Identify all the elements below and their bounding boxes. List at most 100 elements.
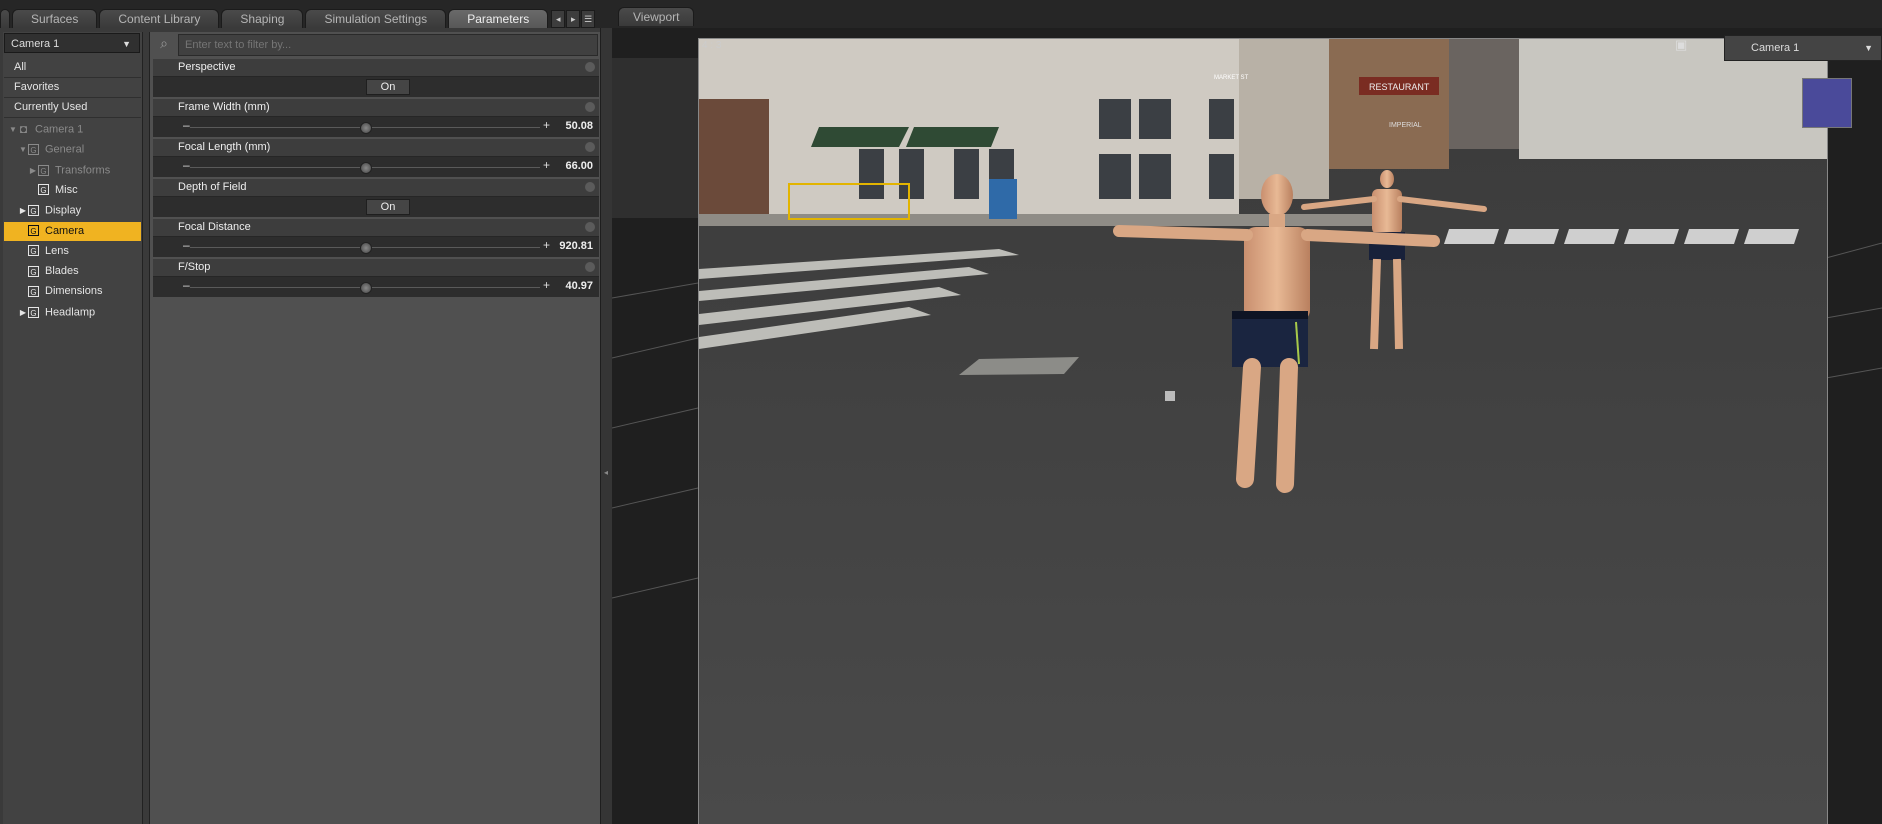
- aspect-ratio-label: 4 : 3: [702, 40, 722, 51]
- view-cube-icon[interactable]: [1802, 78, 1852, 128]
- tree-item-headlamp[interactable]: ▶ G Headlamp: [4, 303, 141, 322]
- tab-simulation-settings[interactable]: Simulation Settings: [305, 9, 447, 28]
- camera-view[interactable]: RESTAURANT IMPERIAL MARKET ST: [698, 38, 1828, 824]
- viewport-tab-bar: Viewport: [612, 0, 1882, 28]
- param-value[interactable]: 920.81: [559, 240, 593, 252]
- category-favorites[interactable]: Favorites: [4, 78, 141, 98]
- tree-item-label: Display: [45, 204, 82, 217]
- decrement-icon[interactable]: –: [183, 238, 190, 252]
- param-depth-of-field: Depth of Field On: [153, 179, 599, 217]
- tree-item-misc[interactable]: G Misc: [4, 181, 141, 200]
- category-all[interactable]: All: [4, 58, 141, 78]
- group-icon: G: [38, 164, 49, 176]
- param-frame-width-mm: Frame Width (mm) – +50.08: [153, 99, 599, 137]
- slider-knob[interactable]: [360, 122, 372, 134]
- toggle-button[interactable]: On: [366, 199, 410, 215]
- tree-item-label: Blades: [45, 265, 79, 278]
- tree-item-label: Headlamp: [45, 306, 96, 319]
- slider-knob[interactable]: [360, 162, 372, 174]
- filter-input[interactable]: [178, 34, 598, 56]
- render-preview-icon[interactable]: ▣: [1675, 37, 1687, 53]
- grip-icon: ◂: [604, 468, 609, 477]
- tab-content-library[interactable]: Content Library: [99, 9, 220, 28]
- toggle-button[interactable]: On: [366, 79, 410, 95]
- param-value[interactable]: 40.97: [565, 280, 593, 292]
- param-value[interactable]: 50.08: [565, 120, 593, 132]
- viewport[interactable]: RESTAURANT IMPERIAL MARKET ST: [612, 28, 1882, 824]
- decrement-icon[interactable]: –: [183, 118, 190, 132]
- slider-control[interactable]: – +40.97: [153, 276, 599, 297]
- gear-icon[interactable]: [585, 102, 595, 112]
- slider-control[interactable]: – +920.81: [153, 236, 599, 257]
- gear-icon[interactable]: [585, 262, 595, 272]
- slider-knob[interactable]: [360, 282, 372, 294]
- category-currently-used[interactable]: Currently Used: [4, 98, 141, 118]
- increment-icon[interactable]: +: [543, 118, 550, 132]
- toggle-control[interactable]: On: [153, 196, 599, 217]
- group-icon: G: [38, 184, 49, 196]
- expand-arrow-icon[interactable]: ▼: [8, 120, 18, 139]
- gear-icon[interactable]: [585, 222, 595, 232]
- decrement-icon[interactable]: –: [183, 158, 190, 172]
- gear-icon[interactable]: [585, 182, 595, 192]
- tab-scroll-right-icon[interactable]: ▸: [566, 10, 581, 28]
- param-perspective: Perspective On: [153, 59, 599, 97]
- imperial-sign-text: IMPERIAL: [1389, 122, 1422, 129]
- tree-item-camera[interactable]: G Camera: [4, 221, 141, 241]
- decrement-icon[interactable]: –: [183, 278, 190, 292]
- param-focal-length-mm: Focal Length (mm) – +66.00: [153, 139, 599, 177]
- restaurant-sign-text: RESTAURANT: [1369, 82, 1430, 92]
- tree-item-general[interactable]: ▼ G General: [4, 140, 141, 159]
- slider-knob[interactable]: [360, 242, 372, 254]
- tree-item-label: Dimensions: [45, 285, 103, 298]
- param-label: Focal Distance: [153, 219, 599, 236]
- tree-item-transforms[interactable]: ▶ G Transforms: [4, 161, 141, 180]
- param-label: Perspective: [153, 59, 599, 76]
- toggle-control[interactable]: On: [153, 76, 599, 97]
- collapse-arrow-icon[interactable]: ▶: [18, 201, 28, 220]
- group-icon: G: [28, 205, 39, 217]
- param-label-text: Focal Length (mm): [178, 141, 271, 153]
- collapse-arrow-icon[interactable]: ▶: [18, 303, 28, 322]
- param-value[interactable]: 66.00: [565, 160, 593, 172]
- param-label: Frame Width (mm): [153, 99, 599, 116]
- tree-item-dimensions[interactable]: G Dimensions: [4, 282, 141, 301]
- city-scene-render: RESTAURANT IMPERIAL MARKET ST: [699, 39, 1827, 824]
- param-label-text: Focal Distance: [178, 221, 251, 233]
- tree-item-lens[interactable]: G Lens: [4, 242, 141, 261]
- tree-item-camera-1[interactable]: ▼ ◘ Camera 1: [4, 120, 141, 139]
- chevron-down-icon: ▼: [1864, 43, 1873, 53]
- collapse-arrow-icon[interactable]: ▶: [28, 161, 38, 180]
- group-icon: G: [28, 225, 39, 237]
- tab-overflow[interactable]: [0, 9, 10, 28]
- group-icon: G: [28, 285, 39, 297]
- tree-item-label: Camera 1: [35, 123, 84, 136]
- param-label-text: Perspective: [178, 61, 236, 73]
- increment-icon[interactable]: +: [543, 238, 550, 252]
- expand-arrow-icon[interactable]: ▼: [18, 140, 28, 159]
- param-label-text: Depth of Field: [178, 181, 247, 193]
- group-icon: G: [28, 245, 39, 257]
- param-label-text: F/Stop: [178, 261, 211, 273]
- tab-shaping[interactable]: Shaping: [221, 9, 304, 28]
- slider-control[interactable]: – +50.08: [153, 116, 599, 137]
- tab-surfaces[interactable]: Surfaces: [12, 9, 98, 28]
- pane-menu-icon[interactable]: ☰: [581, 10, 596, 28]
- param-focal-distance: Focal Distance – +920.81: [153, 219, 599, 257]
- gear-icon[interactable]: [585, 62, 595, 72]
- camera-icon: ◘: [19, 122, 28, 136]
- param-label: Focal Length (mm): [153, 139, 599, 156]
- gear-icon[interactable]: [585, 142, 595, 152]
- slider-control[interactable]: – +66.00: [153, 156, 599, 177]
- tree-item-blades[interactable]: G Blades: [4, 262, 141, 281]
- tab-viewport[interactable]: Viewport: [618, 7, 695, 26]
- tab-parameters[interactable]: Parameters: [448, 9, 549, 28]
- viewport-camera-menu[interactable]: Camera 1 ▼: [1724, 35, 1882, 61]
- tree-item-display[interactable]: ▶ G Display: [4, 201, 141, 220]
- viewport-camera-label: Camera 1: [1751, 42, 1800, 54]
- tab-scroll-left-icon[interactable]: ◂: [551, 10, 566, 28]
- increment-icon[interactable]: +: [543, 278, 550, 292]
- increment-icon[interactable]: +: [543, 158, 550, 172]
- camera-select[interactable]: Camera 1 ▼: [4, 33, 140, 53]
- group-icon: G: [28, 265, 39, 277]
